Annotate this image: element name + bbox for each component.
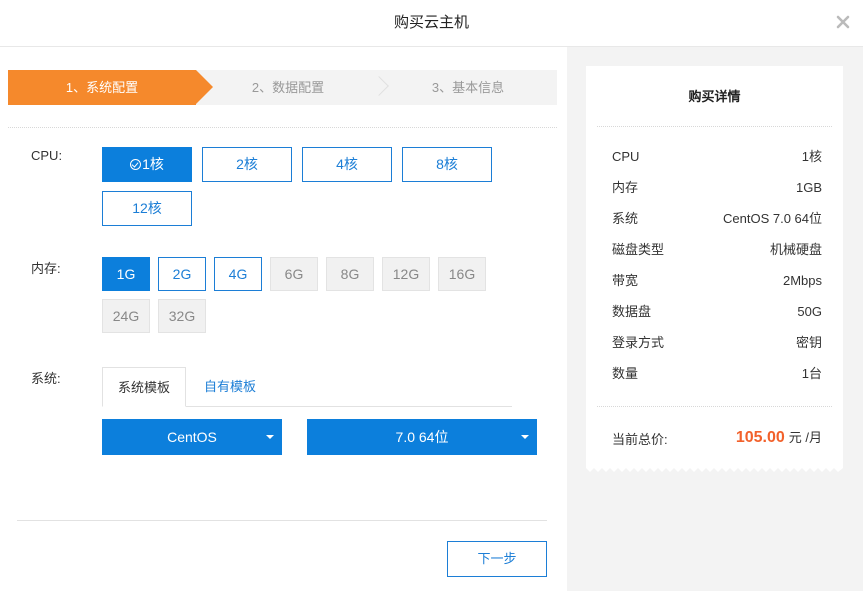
summary-title: 购买详情 (688, 89, 741, 104)
caret-down-icon (266, 435, 274, 439)
summary-row-login: 登录方式 密钥 (612, 335, 822, 350)
close-icon[interactable] (835, 14, 851, 30)
memory-option-2g[interactable]: 2G (158, 257, 206, 291)
system-label: 系统: (31, 371, 61, 386)
memory-option-1g[interactable]: 1G (102, 257, 150, 291)
cpu-option-12[interactable]: 12核 (102, 191, 192, 226)
receipt-edge (586, 464, 843, 472)
divider (597, 126, 832, 127)
total-price-unit: 元 /月 (788, 430, 822, 445)
cpu-option-4[interactable]: 4核 (302, 147, 392, 182)
total-price: 105.00 元 /月 (736, 427, 822, 447)
tab-own-template[interactable]: 自有模板 (192, 367, 268, 407)
step-basic-info: 3、基本信息 (431, 80, 505, 95)
dialog-header: 购买云主机 (0, 0, 863, 47)
cpu-option-1[interactable]: 1核 (102, 147, 192, 182)
footer-divider (17, 520, 547, 521)
next-step-button[interactable]: 下一步 (447, 541, 547, 577)
cpu-option-2[interactable]: 2核 (202, 147, 292, 182)
total-price-label: 当前总价: (612, 432, 668, 447)
os-select-value: CentOS (167, 429, 217, 445)
summary-row-cpu: CPU 1核 (612, 149, 822, 164)
memory-option-6g: 6G (270, 257, 318, 291)
version-select-value: 7.0 64位 (395, 429, 449, 445)
os-select[interactable]: CentOS (102, 419, 282, 455)
memory-option-16g: 16G (438, 257, 486, 291)
total-price-amount: 105.00 (735, 429, 785, 446)
summary-row-memory: 内存 1GB (612, 180, 822, 195)
memory-option-32g: 32G (158, 299, 206, 333)
step-data-config: 2、数据配置 (251, 80, 325, 95)
version-select[interactable]: 7.0 64位 (307, 419, 537, 455)
tab-system-template[interactable]: 系统模板 (102, 367, 186, 407)
memory-option-12g: 12G (382, 257, 430, 291)
memory-option-4g[interactable]: 4G (214, 257, 262, 291)
summary-row-quantity: 数量 1台 (612, 366, 822, 381)
cpu-option-8[interactable]: 8核 (402, 147, 492, 182)
memory-label: 内存: (31, 261, 61, 276)
steps-bar: 1、系统配置 2、数据配置 3、基本信息 (8, 70, 557, 105)
divider (8, 127, 557, 128)
divider (597, 406, 832, 407)
check-circle-icon (130, 159, 142, 170)
summary-row-data-disk: 数据盘 50G (612, 304, 822, 319)
dialog-title: 购买云主机 (393, 14, 469, 31)
summary-row-disk-type: 磁盘类型 机械硬盘 (612, 242, 822, 257)
memory-option-24g: 24G (102, 299, 150, 333)
summary-row-bandwidth: 带宽 2Mbps (612, 273, 822, 288)
memory-option-8g: 8G (326, 257, 374, 291)
cpu-label: CPU: (31, 148, 63, 163)
step-system-config: 1、系统配置 (8, 70, 213, 105)
caret-down-icon (521, 435, 529, 439)
summary-row-system: 系统 CentOS 7.0 64位 (612, 211, 822, 226)
